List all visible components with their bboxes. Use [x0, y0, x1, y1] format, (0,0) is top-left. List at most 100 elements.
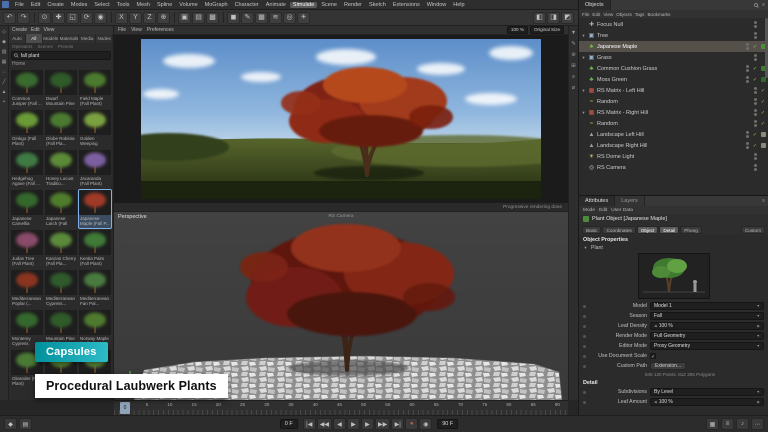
live-selection-icon[interactable]: ⊙ [38, 12, 51, 24]
filter-materials[interactable]: Materials [60, 34, 80, 43]
filter-nodes[interactable]: Nodes [96, 34, 113, 43]
end-frame-field[interactable]: 90 F [437, 419, 458, 429]
points-mode-icon[interactable]: ∴ [2, 69, 5, 75]
leaf-amount-field[interactable]: ◀100 %▶ [650, 398, 764, 406]
tab-layers[interactable]: Layers [615, 196, 645, 206]
object-row[interactable]: ≈Random✓ [579, 96, 768, 107]
enabled-check-icon[interactable]: ✓ [752, 143, 758, 149]
stepper-left-icon[interactable]: ◀ [654, 324, 657, 328]
menu-sketch[interactable]: Sketch [366, 2, 389, 8]
stepper-right-icon[interactable]: ▶ [757, 324, 760, 328]
model-mode-icon[interactable]: ◆ [2, 39, 6, 45]
panel-menu-icon[interactable]: ≡ [762, 2, 765, 8]
menu-modes[interactable]: Modes [68, 2, 91, 8]
stepper-left-icon[interactable]: ◀ [654, 400, 657, 404]
am-menu-mode[interactable]: Mode [583, 208, 595, 213]
object-row[interactable]: ▾▦RS Matrix - Left Hill✓ [579, 85, 768, 96]
grid-icon[interactable]: ⊞ [571, 63, 576, 69]
menu-mesh[interactable]: Mesh [134, 2, 153, 8]
asset-item[interactable]: Kentia Palm (Fall Plant) [79, 230, 111, 268]
tab-phong[interactable]: Phong [680, 226, 702, 234]
workplane-mode-icon[interactable]: ▦ [2, 59, 7, 65]
y-axis-lock-icon[interactable]: Y [129, 12, 142, 24]
render-mode-select[interactable]: Full Geometry▼ [650, 332, 764, 340]
scale-icon[interactable]: ◱ [66, 12, 79, 24]
object-row[interactable]: ▲Landscape Right Hill✓ [579, 140, 768, 151]
om-menu-file[interactable]: File [582, 12, 589, 17]
om-menu-view[interactable]: View [603, 12, 613, 17]
coordinate-system-icon[interactable]: ⊕ [157, 12, 170, 24]
visibility-dots[interactable] [754, 98, 757, 105]
menu-create[interactable]: Create [44, 2, 67, 8]
asset-item[interactable]: Kanzan Cherry (Fall Pla... [45, 230, 77, 268]
layout-3-icon[interactable]: ◩ [561, 12, 574, 24]
pen-tool-icon[interactable]: ✎ [571, 41, 576, 47]
om-menu-objects[interactable]: Objects [616, 12, 632, 17]
season-select[interactable]: Fall▼ [650, 312, 764, 320]
asset-item[interactable]: Golden Weeping Willo... [79, 110, 111, 148]
ab-menu-create[interactable]: Create [12, 27, 27, 33]
subfilter-operators[interactable]: Operators [12, 44, 32, 49]
panel-menu-icon[interactable]: ≡ [762, 198, 765, 204]
visibility-dots[interactable] [754, 87, 757, 94]
jump-start-button[interactable]: |◀ [303, 418, 316, 430]
visibility-dots[interactable] [754, 32, 757, 39]
object-row[interactable]: ▾▣Grass [579, 52, 768, 63]
object-row[interactable]: ♣Moss Green✓ [579, 74, 768, 85]
expand-arrow-icon[interactable]: ▾ [581, 33, 586, 39]
menu-scene[interactable]: Scene [318, 2, 340, 8]
timeline-mode-icon[interactable]: ▤ [19, 418, 32, 430]
tab-attributes[interactable]: Attributes [579, 196, 615, 206]
axis-mode-icon[interactable]: + [3, 99, 6, 105]
ab-menu-edit[interactable]: Edit [31, 27, 40, 33]
enabled-check-icon[interactable]: ✓ [752, 44, 758, 50]
light-icon[interactable]: ☀ [297, 12, 310, 24]
menu-volume[interactable]: Volume [176, 2, 200, 8]
rv-zoom-select[interactable]: 100 % [507, 26, 528, 34]
timeline-ruler[interactable]: 051015202530354045505560657075808590 0 [114, 400, 568, 415]
object-row[interactable]: ☀RS Dome Light [579, 151, 768, 162]
filter-auto[interactable]: Auto [9, 34, 26, 43]
object-row[interactable]: ▾▦RS Matrix - Right Hill✓ [579, 107, 768, 118]
rv-menu-file[interactable]: File [118, 27, 126, 33]
rotate-icon[interactable]: ⟳ [80, 12, 93, 24]
prev-key-button[interactable]: ◀◀ [317, 418, 332, 430]
perspective-viewport[interactable]: Perspective RS Camera [114, 212, 568, 400]
asset-item[interactable]: Globe Robinia (Fall Pla... [45, 110, 77, 148]
material-chip[interactable] [761, 143, 766, 148]
filter-models[interactable]: Models [43, 34, 60, 43]
next-frame-button[interactable]: ▶ [361, 418, 374, 430]
visibility-dots[interactable] [746, 43, 749, 50]
visibility-dots[interactable] [754, 153, 757, 160]
subdivisions-select[interactable]: By Level▼ [650, 388, 764, 396]
menu-simulate[interactable]: Simulate [290, 2, 317, 8]
render-queue-icon[interactable]: ▦ [706, 418, 719, 430]
primitive-cube-icon[interactable]: ◼ [227, 12, 240, 24]
object-row[interactable]: ≈Random✓ [579, 118, 768, 129]
x-axis-lock-icon[interactable]: X [115, 12, 128, 24]
asset-item[interactable]: Ginkgo (Fall Plant) [11, 110, 43, 148]
snap-icon[interactable]: ⊛ [571, 52, 576, 58]
menu-animate[interactable]: Animate [263, 2, 289, 8]
search-input[interactable] [21, 53, 108, 59]
menu-edit[interactable]: Edit [28, 2, 43, 8]
collapse-arrow-icon[interactable]: ▾ [583, 245, 588, 251]
viewport-label[interactable]: Perspective [118, 214, 147, 220]
custom-button[interactable]: Custom [741, 226, 765, 234]
z-axis-lock-icon[interactable]: Z [143, 12, 156, 24]
stepper-right-icon[interactable]: ▶ [757, 400, 760, 404]
sound-icon[interactable]: ♪ [736, 418, 749, 430]
measure-icon[interactable]: ⌀ [572, 85, 575, 91]
visibility-dots[interactable] [754, 21, 757, 28]
make-editable-icon[interactable]: ◇ [2, 29, 6, 35]
visibility-dots[interactable] [746, 131, 749, 138]
menu-help[interactable]: Help [450, 2, 467, 8]
render-view-icon[interactable]: ▣ [178, 12, 191, 24]
asset-item[interactable]: Honey Locust Traditio... [45, 150, 77, 188]
volume-icon[interactable]: ▦ [255, 12, 268, 24]
model-select[interactable]: Model 1▼ [650, 302, 764, 310]
redo-icon[interactable]: ↷ [17, 12, 30, 24]
autokey-button[interactable]: ◉ [419, 418, 432, 430]
visibility-dots[interactable] [746, 65, 749, 72]
asset-item[interactable]: Japanese Camellia (Fal... [11, 190, 43, 228]
